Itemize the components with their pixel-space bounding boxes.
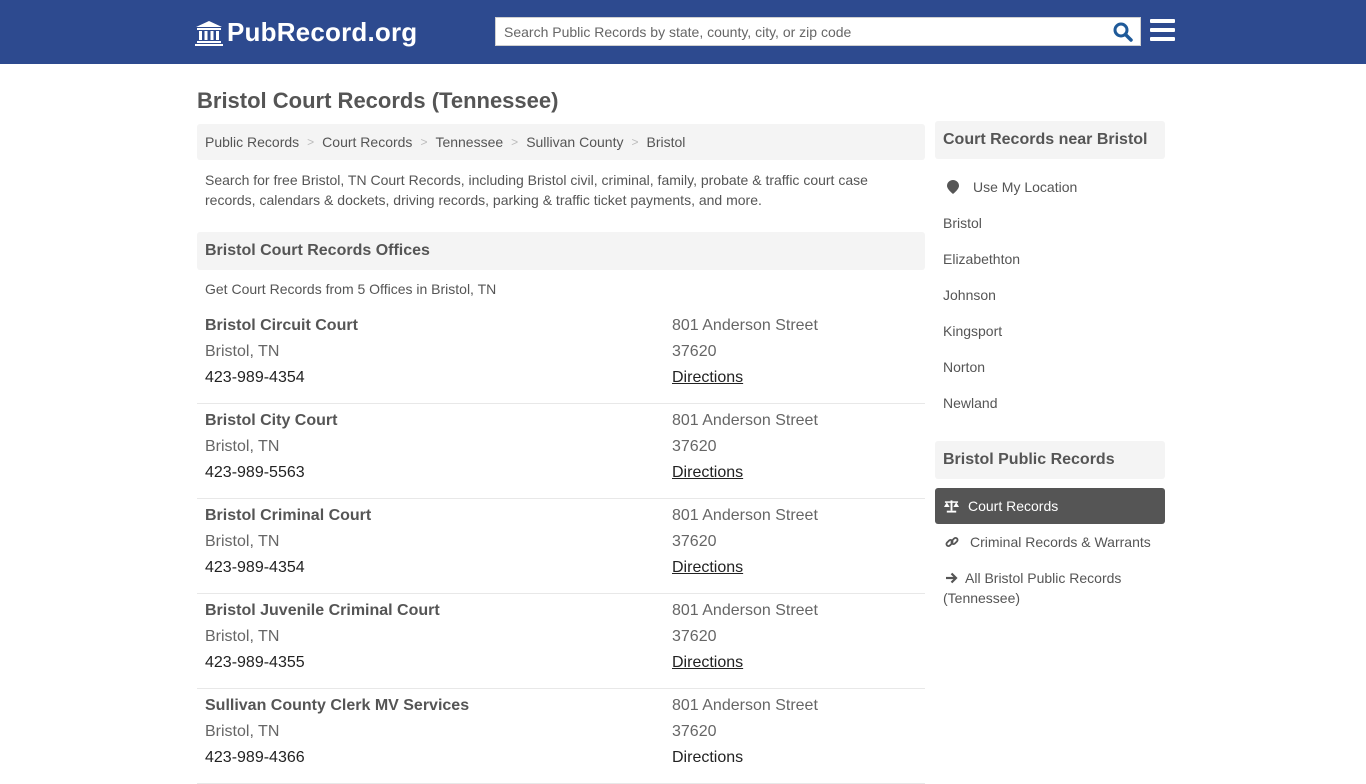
breadcrumb-tennessee[interactable]: Tennessee (435, 134, 503, 150)
office-name: Bristol Criminal Court (205, 507, 372, 524)
arrow-right-icon (946, 572, 958, 584)
sidebar-item-all-public-records[interactable]: All Bristol Public Records (Tennessee) (943, 568, 1143, 608)
breadcrumb-separator: > (511, 135, 519, 149)
use-my-location-label: Use My Location (973, 179, 1078, 195)
courthouse-icon (195, 20, 223, 46)
nearby-heading: Court Records near Bristol (935, 121, 1165, 159)
intro-text: Search for free Bristol, TN Court Record… (205, 172, 868, 208)
breadcrumb-court-records[interactable]: Court Records (322, 134, 412, 150)
nearby-city-link[interactable]: Norton (943, 359, 985, 375)
office-phone[interactable]: 423-989-4354 (205, 365, 358, 391)
office-name: Sullivan County Clerk MV Services (205, 697, 470, 714)
breadcrumb-bristol[interactable]: Bristol (646, 134, 685, 150)
office-name: Bristol Juvenile Criminal Court (205, 602, 440, 619)
menu-bar (1150, 37, 1175, 41)
office-zip: 37620 (672, 438, 717, 455)
nearby-city-link[interactable]: Bristol (943, 215, 982, 231)
hamburger-menu-button[interactable] (1150, 19, 1175, 41)
office-phone[interactable]: 423-989-5563 (205, 460, 337, 486)
use-my-location-link[interactable]: Use My Location (943, 179, 1077, 195)
nearby-city-link[interactable]: Johnson (943, 287, 996, 303)
breadcrumb-sullivan-county[interactable]: Sullivan County (526, 134, 623, 150)
link-icon (945, 537, 959, 547)
office-phone[interactable]: 423-989-4354 (205, 555, 371, 581)
office-phone[interactable]: 423-989-4366 (205, 745, 469, 771)
breadcrumb-separator: > (631, 135, 639, 149)
logo-text: PubRecord.org (227, 17, 418, 47)
office-zip: 37620 (672, 628, 717, 645)
search-bar (495, 17, 1141, 46)
office-city: Bristol, TN (205, 343, 280, 360)
offices-count-text: Get Court Records from 5 Offices in Bris… (205, 281, 497, 297)
sidebar-item-criminal-records[interactable]: Criminal Records & Warrants (943, 534, 1151, 550)
directions-link[interactable]: Directions (672, 369, 743, 386)
office-zip: 37620 (672, 723, 717, 740)
office-row: Sullivan County Clerk MV Services Bristo… (197, 689, 925, 784)
sidebar-item-label: Court Records (968, 498, 1059, 514)
office-zip: 37620 (672, 533, 717, 550)
office-address: 801 Anderson Street (672, 412, 818, 429)
map-marker-icon (947, 180, 959, 194)
offices-heading: Bristol Court Records Offices (197, 232, 925, 270)
breadcrumb: Public Records > Court Records > Tenness… (197, 124, 925, 160)
breadcrumb-separator: > (420, 135, 428, 149)
public-records-heading: Bristol Public Records (935, 441, 1165, 479)
search-icon (1113, 22, 1133, 42)
office-city: Bristol, TN (205, 438, 280, 455)
top-navbar: PubRecord.org (0, 0, 1366, 64)
office-row: Bristol Circuit Court Bristol, TN 423-98… (197, 309, 925, 404)
site-logo[interactable]: PubRecord.org (195, 17, 417, 48)
nearby-city-link[interactable]: Kingsport (943, 323, 1002, 339)
office-row: Bristol Criminal Court Bristol, TN 423-9… (197, 499, 925, 594)
office-zip: 37620 (672, 343, 717, 360)
sidebar-item-court-records[interactable]: Court Records (935, 488, 1165, 524)
menu-bar (1150, 19, 1175, 23)
breadcrumb-public-records[interactable]: Public Records (205, 134, 299, 150)
office-name: Bristol City Court (205, 412, 338, 429)
page-title: Bristol Court Records (Tennessee) (197, 88, 559, 113)
breadcrumb-separator: > (307, 135, 315, 149)
balance-scale-icon (944, 500, 959, 513)
office-name: Bristol Circuit Court (205, 317, 358, 334)
nearby-city-link[interactable]: Newland (943, 395, 997, 411)
directions-link[interactable]: Directions (672, 654, 743, 671)
sidebar-item-label: All Bristol Public Records (Tennessee) (943, 570, 1122, 606)
office-address: 801 Anderson Street (672, 697, 818, 714)
directions-link[interactable]: Directions (672, 559, 743, 576)
nearby-city-link[interactable]: Elizabethton (943, 251, 1020, 267)
directions-link[interactable]: Directions (672, 464, 743, 481)
office-city: Bristol, TN (205, 723, 280, 740)
directions-link[interactable]: Directions (672, 749, 743, 766)
office-address: 801 Anderson Street (672, 602, 818, 619)
office-row: Bristol Juvenile Criminal Court Bristol,… (197, 594, 925, 689)
office-city: Bristol, TN (205, 628, 280, 645)
search-input[interactable] (496, 18, 1106, 45)
search-button[interactable] (1112, 21, 1134, 43)
office-phone[interactable]: 423-989-4355 (205, 650, 440, 676)
office-row: Bristol City Court Bristol, TN 423-989-5… (197, 404, 925, 499)
office-city: Bristol, TN (205, 533, 280, 550)
menu-bar (1150, 28, 1175, 32)
sidebar-item-label: Criminal Records & Warrants (970, 534, 1151, 550)
office-address: 801 Anderson Street (672, 507, 818, 524)
office-address: 801 Anderson Street (672, 317, 818, 334)
